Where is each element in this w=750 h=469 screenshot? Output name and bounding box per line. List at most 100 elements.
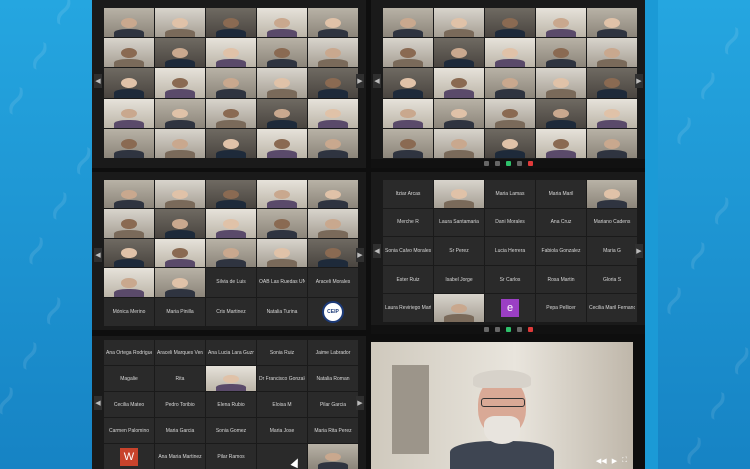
participant-logo-tile[interactable]: CEIP	[308, 297, 358, 326]
participant-name-tile[interactable]: Maria Garcia	[155, 418, 205, 443]
participant-name-tile[interactable]: Maria Jose	[257, 418, 307, 443]
chat-icon[interactable]	[516, 327, 522, 332]
participant-video-tile[interactable]	[206, 128, 256, 158]
participant-video-tile[interactable]	[308, 209, 358, 238]
arrow-left-icon[interactable]: ◀	[94, 396, 102, 410]
participant-video-tile[interactable]	[536, 98, 586, 128]
participant-video-tile[interactable]	[206, 68, 256, 98]
participant-name-tile[interactable]: OAB Las Ruedas UNED	[257, 268, 307, 297]
participant-name-tile[interactable]: Sr Carlos	[485, 265, 535, 294]
participant-name-tile[interactable]: Ana Cruz	[536, 208, 586, 237]
participant-name-tile[interactable]: Pilar Garcia	[308, 392, 358, 417]
participant-video-tile[interactable]	[485, 68, 535, 98]
participant-avatar-tile[interactable]: W	[104, 444, 154, 469]
participant-name-tile[interactable]: Pepa Pellicer	[536, 294, 586, 322]
participant-video-tile[interactable]	[155, 98, 205, 128]
participant-video-tile[interactable]	[587, 98, 637, 128]
participant-name-tile[interactable]: Carmen Palomino	[104, 418, 154, 443]
participant-name-tile[interactable]: Ana Maria Martinez	[155, 444, 205, 469]
video-icon[interactable]	[494, 161, 500, 166]
participant-video-tile[interactable]	[206, 38, 256, 68]
participant-name-tile[interactable]: Elena Rubio	[206, 392, 256, 417]
participant-name-tile[interactable]: Ana Lucia Lara Guzman	[206, 340, 256, 365]
participant-video-tile[interactable]	[434, 68, 484, 98]
chat-icon[interactable]	[516, 161, 522, 166]
participant-video-tile[interactable]	[434, 38, 484, 68]
participant-name-tile[interactable]: Laura Reviriego Martín	[383, 294, 433, 322]
participant-video-tile[interactable]	[104, 8, 154, 38]
participant-name-tile[interactable]: Mónica Merino	[104, 297, 154, 326]
participant-name-tile[interactable]: Jaime Labrador	[308, 340, 358, 365]
participant-name-tile[interactable]: Magalie	[104, 366, 154, 391]
participant-video-tile[interactable]	[155, 209, 205, 238]
participant-video-tile[interactable]	[257, 8, 307, 38]
video-icon[interactable]	[494, 327, 500, 332]
participant-video-tile[interactable]	[155, 238, 205, 268]
play-icon[interactable]: ▶	[612, 457, 617, 465]
participant-name-tile[interactable]: Araceli Morales	[308, 268, 358, 297]
participant-avatar-tile[interactable]: e	[485, 294, 535, 322]
participant-video-tile[interactable]	[155, 38, 205, 68]
participant-name-tile[interactable]: Rosa Martin	[536, 265, 586, 294]
participant-video-tile[interactable]	[434, 98, 484, 128]
participant-name-tile[interactable]: Maria Lamas	[485, 180, 535, 208]
participant-name-tile[interactable]: Sonia Gomez	[206, 418, 256, 443]
participant-video-tile[interactable]	[485, 8, 535, 38]
participant-video-tile[interactable]	[104, 238, 154, 268]
participant-name-tile[interactable]: Cecilia Mateo	[104, 392, 154, 417]
participant-video-tile[interactable]	[308, 68, 358, 98]
participant-video-tile[interactable]	[257, 98, 307, 128]
participant-video-tile[interactable]	[434, 294, 484, 322]
participant-name-tile[interactable]: Silvia de Luis	[206, 268, 256, 297]
participant-name-tile[interactable]: Natalia Roman	[308, 366, 358, 391]
participant-video-tile[interactable]	[206, 209, 256, 238]
mic-icon[interactable]	[483, 327, 489, 332]
leave-icon[interactable]	[527, 327, 533, 332]
participant-video-tile[interactable]	[308, 180, 358, 209]
participant-video-tile[interactable]	[206, 238, 256, 268]
participant-name-tile[interactable]: Gloria S	[587, 265, 637, 294]
participant-video-tile[interactable]	[104, 38, 154, 68]
participant-video-tile[interactable]	[536, 68, 586, 98]
participant-name-tile[interactable]: Sonia Calvo Morales	[383, 237, 433, 265]
arrow-right-icon[interactable]: ▶	[356, 248, 364, 262]
participant-video-tile[interactable]	[383, 98, 433, 128]
participant-name-tile[interactable]: Sr Perez	[434, 237, 484, 265]
participant-video-tile[interactable]	[485, 38, 535, 68]
leave-icon[interactable]	[527, 161, 533, 166]
participant-video-tile[interactable]	[383, 8, 433, 38]
participant-video-tile[interactable]	[104, 268, 154, 297]
participant-video-tile[interactable]	[383, 38, 433, 68]
participant-video-tile[interactable]	[587, 8, 637, 38]
participant-name-tile[interactable]: Lucia Herrera	[485, 237, 535, 265]
participant-video-tile[interactable]	[206, 98, 256, 128]
participant-video-tile[interactable]	[434, 128, 484, 158]
participant-name-tile[interactable]: Eloisa M	[257, 392, 307, 417]
participant-video-tile[interactable]	[257, 128, 307, 158]
participant-video-tile[interactable]	[308, 444, 358, 469]
participant-video-tile[interactable]	[308, 38, 358, 68]
participant-video-tile[interactable]	[308, 128, 358, 158]
participant-video-tile[interactable]	[587, 68, 637, 98]
participant-name-tile[interactable]: Isabel Jorge	[434, 265, 484, 294]
participant-name-tile[interactable]: Rita	[155, 366, 205, 391]
participant-video-tile[interactable]	[155, 268, 205, 297]
arrow-left-icon[interactable]: ◀	[94, 74, 102, 88]
participant-video-tile[interactable]	[587, 180, 637, 208]
participant-video-tile[interactable]	[257, 238, 307, 268]
participant-name-tile[interactable]: Merche R	[383, 208, 433, 237]
mic-icon[interactable]	[483, 161, 489, 166]
participant-name-tile[interactable]: Dr Francisco Gonzalo	[257, 366, 307, 391]
participant-video-tile[interactable]	[308, 98, 358, 128]
participant-name-tile[interactable]: Dani Morales	[485, 208, 535, 237]
arrow-left-icon[interactable]: ◀	[94, 248, 102, 262]
arrow-left-icon[interactable]: ◀	[373, 74, 381, 88]
arrow-right-icon[interactable]: ▶	[356, 74, 364, 88]
participant-name-tile[interactable]: Mariano Cadens	[587, 208, 637, 237]
participant-video-tile[interactable]	[536, 128, 586, 158]
rewind-icon[interactable]: ◀◀	[596, 457, 607, 465]
participant-video-tile[interactable]	[536, 38, 586, 68]
arrow-right-icon[interactable]: ▶	[635, 244, 643, 258]
participant-video-tile[interactable]	[206, 366, 256, 391]
participant-name-tile[interactable]: Pedro Toribio	[155, 392, 205, 417]
